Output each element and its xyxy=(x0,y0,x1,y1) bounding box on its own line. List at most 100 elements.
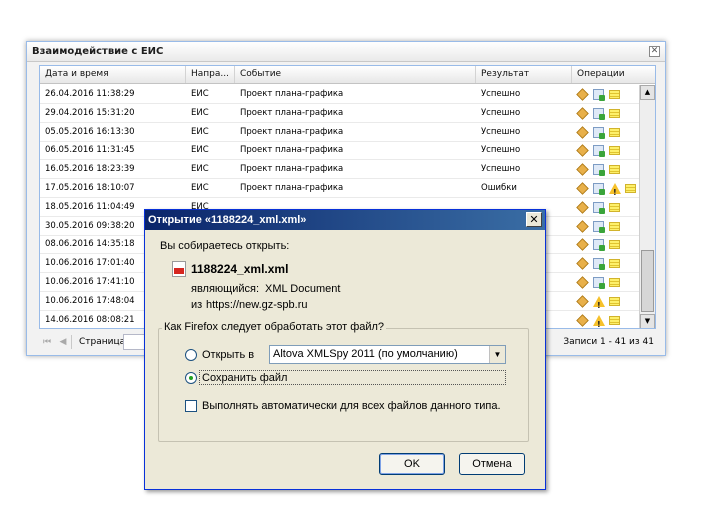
row-date: 08.06.2016 14:35:18 xyxy=(45,239,135,250)
table-row[interactable]: 29.04.2016 15:31:20 ЕИС Проект плана-графи… xyxy=(40,104,640,123)
row-date: 06.05.2016 11:31:45 xyxy=(45,145,135,156)
row-result: Успешно xyxy=(481,107,521,118)
warning-icon[interactable] xyxy=(593,314,605,328)
document-icon[interactable] xyxy=(593,183,605,195)
ok-button[interactable]: OK xyxy=(379,453,445,475)
document-icon[interactable] xyxy=(593,258,605,271)
document-icon[interactable] xyxy=(593,107,605,120)
package-icon[interactable] xyxy=(576,276,589,289)
table-row[interactable]: 16.05.2016 18:23:39 ЕИС Проект плана-графи… xyxy=(40,160,640,180)
row-result: Успешно xyxy=(481,164,521,175)
row-event: Проект плана-графика xyxy=(240,145,344,156)
notes-icon[interactable] xyxy=(625,184,636,193)
prev-page-icon[interactable]: ◀ xyxy=(57,336,69,348)
save-file-radio[interactable] xyxy=(185,372,197,384)
document-icon[interactable] xyxy=(593,145,605,158)
notes-icon[interactable] xyxy=(609,165,620,175)
column-header-result[interactable]: Результат xyxy=(476,66,572,83)
table-row[interactable]: 26.04.2016 11:38:29 ЕИС Проект плана-графи… xyxy=(40,85,640,104)
table-row[interactable]: 17.05.2016 18:10:07 ЕИС Проект плана-графи… xyxy=(40,179,640,202)
package-icon[interactable] xyxy=(576,88,589,101)
package-icon[interactable] xyxy=(576,182,589,195)
column-header-operations[interactable]: Операции xyxy=(572,66,655,83)
package-icon[interactable] xyxy=(576,125,589,139)
file-source-label: из xyxy=(191,299,203,311)
document-icon[interactable] xyxy=(593,220,605,233)
auto-action-checkbox[interactable] xyxy=(185,400,197,412)
action-groupbox-legend: Как Firefox следует обработать этот файл… xyxy=(162,321,387,333)
cancel-button[interactable]: Отмена xyxy=(459,453,525,475)
notes-icon[interactable] xyxy=(609,278,620,287)
row-result: Успешно xyxy=(481,145,521,156)
notes-icon[interactable] xyxy=(609,127,620,137)
row-result: Ошибки xyxy=(481,183,517,193)
close-icon[interactable]: ✕ xyxy=(649,46,660,57)
package-icon[interactable] xyxy=(576,107,589,120)
notes-icon[interactable] xyxy=(609,315,620,325)
row-date: 16.05.2016 18:23:39 xyxy=(45,164,135,175)
document-icon[interactable] xyxy=(593,164,605,177)
open-with-radio[interactable] xyxy=(185,349,197,361)
package-icon[interactable] xyxy=(576,313,589,327)
row-date: 14.06.2016 08:08:21 xyxy=(45,314,135,325)
open-file-dialog: Открытие «1188224_xml.xml» ✕ Вы собирает… xyxy=(144,209,546,490)
column-header-date[interactable]: Дата и время xyxy=(40,66,186,83)
application-select[interactable]: Altova XMLSpy 2011 (по умолчанию) ▼ xyxy=(269,345,506,364)
file-name: 1188224_xml.xml xyxy=(191,262,289,276)
package-icon[interactable] xyxy=(576,295,589,308)
row-result: Успешно xyxy=(481,126,521,137)
document-icon[interactable] xyxy=(593,89,605,101)
document-icon[interactable] xyxy=(593,126,605,139)
column-header-event[interactable]: Событие xyxy=(235,66,476,83)
warning-icon[interactable] xyxy=(593,295,605,315)
package-icon[interactable] xyxy=(576,257,589,270)
package-icon[interactable] xyxy=(576,163,589,176)
notes-icon[interactable] xyxy=(609,296,620,306)
notes-icon[interactable] xyxy=(609,108,620,118)
row-direction: ЕИС xyxy=(191,183,209,193)
package-icon[interactable] xyxy=(576,219,589,233)
row-direction: ЕИС xyxy=(191,107,209,118)
package-icon[interactable] xyxy=(576,144,589,158)
grid-header: Дата и время Напра... Событие Результат … xyxy=(40,66,655,84)
notes-icon[interactable] xyxy=(609,90,620,99)
table-row[interactable]: 06.05.2016 11:31:45 ЕИС Проект плана-графи… xyxy=(40,141,640,161)
records-info: Записи 1 - 41 из 41 xyxy=(563,337,654,347)
notes-icon[interactable] xyxy=(609,221,620,231)
row-date: 10.06.2016 17:41:10 xyxy=(45,277,135,287)
notes-icon[interactable] xyxy=(609,240,620,250)
pager-separator xyxy=(71,335,72,349)
vertical-scrollbar[interactable]: ▲ ▼ xyxy=(639,85,655,328)
scroll-up-icon[interactable]: ▲ xyxy=(640,85,655,100)
document-icon[interactable] xyxy=(593,201,605,214)
column-header-direction[interactable]: Напра... xyxy=(186,66,235,83)
open-with-label[interactable]: Открыть в xyxy=(202,349,254,361)
package-icon[interactable] xyxy=(576,201,589,214)
intro-text: Вы собираетесь открыть: xyxy=(160,240,290,252)
first-page-icon[interactable]: ⏮ xyxy=(41,336,53,348)
document-icon[interactable] xyxy=(593,277,605,289)
row-date: 05.05.2016 16:13:30 xyxy=(45,126,135,137)
file-source-value: https://new.gz-spb.ru xyxy=(206,299,308,311)
dialog-close-icon[interactable]: ✕ xyxy=(526,212,542,227)
row-result: Успешно xyxy=(481,89,521,99)
file-type-label: являющийся: xyxy=(191,283,260,295)
notes-icon[interactable] xyxy=(609,202,620,212)
notes-icon[interactable] xyxy=(609,259,620,269)
row-event: Проект плана-графика xyxy=(240,89,344,99)
window-title: Взаимодействие с ЕИС xyxy=(27,42,665,62)
row-direction: ЕИС xyxy=(191,126,209,137)
save-file-label[interactable]: Сохранить файл xyxy=(202,372,287,384)
row-date: 26.04.2016 11:38:29 xyxy=(45,89,135,99)
scroll-down-icon[interactable]: ▼ xyxy=(640,314,655,328)
package-icon[interactable] xyxy=(576,238,589,252)
table-row[interactable]: 05.05.2016 16:13:30 ЕИС Проект плана-графи… xyxy=(40,123,640,142)
document-icon[interactable] xyxy=(593,239,605,252)
notes-icon[interactable] xyxy=(609,146,620,156)
file-type-value: XML Document xyxy=(265,283,341,295)
warning-icon[interactable] xyxy=(609,183,621,202)
auto-action-label[interactable]: Выполнять автоматически для всех файлов … xyxy=(202,400,501,412)
chevron-down-icon[interactable]: ▼ xyxy=(489,346,505,363)
row-direction: ЕИС xyxy=(191,145,209,156)
scroll-thumb[interactable] xyxy=(641,250,654,312)
